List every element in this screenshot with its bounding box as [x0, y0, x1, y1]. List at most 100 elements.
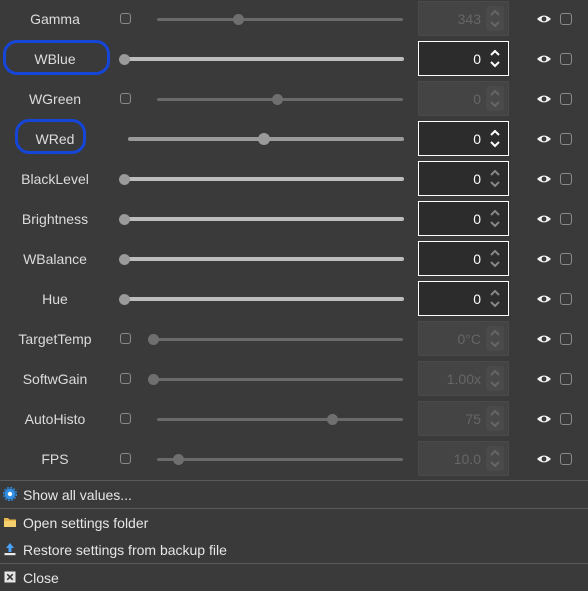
wbalance-slider-track[interactable]: [123, 257, 404, 261]
eye-icon[interactable]: [536, 173, 552, 185]
spin-chevrons-icon: [490, 169, 500, 188]
brightness-slider-track[interactable]: [123, 217, 404, 221]
autohisto-auto-checkbox[interactable]: [120, 413, 131, 424]
targettemp-spinbox[interactable]: 0°C: [418, 321, 509, 356]
wred-spin-arrows[interactable]: [486, 126, 504, 151]
fps-spinbox[interactable]: 10.0: [418, 441, 509, 476]
spin-chevrons-icon: [490, 9, 500, 28]
eye-icon[interactable]: [536, 333, 552, 345]
menu-item-restore-settings[interactable]: Restore settings from backup file: [0, 536, 588, 563]
eye-icon[interactable]: [536, 453, 552, 465]
setting-row-targettemp: TargetTemp 0°C: [0, 320, 588, 360]
setting-label-targettemp: TargetTemp: [18, 331, 92, 347]
autohisto-slider-handle[interactable]: [327, 414, 338, 425]
menu-item-close[interactable]: Close: [0, 564, 588, 591]
softwgain-slider-track[interactable]: [152, 378, 403, 381]
eye-icon[interactable]: [536, 13, 552, 25]
fps-visibility-checkbox[interactable]: [560, 453, 572, 465]
eye-icon[interactable]: [536, 133, 552, 145]
wbalance-slider-handle[interactable]: [119, 254, 130, 265]
wbalance-spinbox[interactable]: 0: [418, 241, 509, 276]
setting-label-wred: WRed: [35, 131, 75, 147]
wbalance-visibility-checkbox[interactable]: [560, 253, 572, 265]
eye-icon[interactable]: [536, 213, 552, 225]
blacklevel-slider-handle[interactable]: [119, 174, 130, 185]
fps-slider-handle[interactable]: [173, 454, 184, 465]
setting-row-softwgain: SoftwGain 1.00x: [0, 360, 588, 400]
autohisto-spin-arrows[interactable]: [486, 406, 504, 431]
hue-slider-track[interactable]: [123, 297, 404, 301]
wblue-slider-track[interactable]: [123, 57, 404, 61]
blacklevel-spin-arrows[interactable]: [486, 166, 504, 191]
blacklevel-spinbox[interactable]: 0: [418, 161, 509, 196]
setting-label-wblue: WBlue: [34, 51, 76, 67]
softwgain-spin-arrows[interactable]: [486, 366, 504, 391]
wred-spinbox[interactable]: 0: [418, 121, 509, 156]
targettemp-slider-track[interactable]: [152, 338, 403, 341]
eye-icon[interactable]: [536, 93, 552, 105]
setting-row-gamma: Gamma 343: [0, 0, 588, 40]
eye-icon[interactable]: [536, 293, 552, 305]
setting-label-brightness: Brightness: [21, 211, 89, 227]
wred-slider-handle[interactable]: [258, 133, 270, 145]
gamma-slider-track[interactable]: [157, 18, 403, 21]
wgreen-spin-arrows[interactable]: [486, 86, 504, 111]
gamma-spin-arrows[interactable]: [486, 6, 504, 31]
hue-visibility-checkbox[interactable]: [560, 293, 572, 305]
setting-label-gamma: Gamma: [30, 11, 80, 27]
gamma-value: 343: [457, 11, 481, 27]
hue-spinbox[interactable]: 0: [418, 281, 509, 316]
spin-chevrons-icon: [490, 129, 500, 148]
wbalance-value: 0: [473, 251, 481, 267]
wgreen-visibility-checkbox[interactable]: [560, 93, 572, 105]
setting-label-hue: Hue: [42, 291, 68, 307]
softwgain-slider-handle[interactable]: [148, 374, 159, 385]
wblue-spin-arrows[interactable]: [486, 46, 504, 71]
eye-icon[interactable]: [536, 373, 552, 385]
wblue-spinbox[interactable]: 0: [418, 41, 509, 76]
eye-icon[interactable]: [536, 413, 552, 425]
brightness-spinbox[interactable]: 0: [418, 201, 509, 236]
fps-slider-track[interactable]: [157, 458, 403, 461]
wgreen-slider-handle[interactable]: [272, 94, 283, 105]
targettemp-visibility-checkbox[interactable]: [560, 333, 572, 345]
gamma-slider-handle[interactable]: [233, 14, 244, 25]
gamma-spinbox[interactable]: 343: [418, 1, 509, 36]
setting-row-wblue: WBlue 0: [0, 40, 588, 80]
hue-spin-arrows[interactable]: [486, 286, 504, 311]
setting-row-brightness: Brightness 0: [0, 200, 588, 240]
menu-label-close: Close: [23, 570, 59, 586]
fps-auto-checkbox[interactable]: [120, 453, 131, 464]
gamma-auto-checkbox[interactable]: [120, 13, 131, 24]
wbalance-spin-arrows[interactable]: [486, 246, 504, 271]
wblue-slider-handle[interactable]: [119, 54, 130, 65]
brightness-visibility-checkbox[interactable]: [560, 213, 572, 225]
autohisto-slider-track[interactable]: [157, 418, 403, 421]
menu-item-show-all-values[interactable]: Show all values...: [0, 481, 588, 508]
brightness-spin-arrows[interactable]: [486, 206, 504, 231]
autohisto-spinbox[interactable]: 75: [418, 401, 509, 436]
targettemp-spin-arrows[interactable]: [486, 326, 504, 351]
fps-spin-arrows[interactable]: [486, 446, 504, 471]
blacklevel-slider-track[interactable]: [123, 177, 404, 181]
softwgain-auto-checkbox[interactable]: [120, 373, 131, 384]
softwgain-spinbox[interactable]: 1.00x: [418, 361, 509, 396]
fps-value: 10.0: [453, 451, 481, 467]
wgreen-spinbox[interactable]: 0: [418, 81, 509, 116]
brightness-slider-handle[interactable]: [119, 214, 130, 225]
wblue-visibility-checkbox[interactable]: [560, 53, 572, 65]
targettemp-slider-handle[interactable]: [148, 334, 159, 345]
eye-icon[interactable]: [536, 253, 552, 265]
targettemp-auto-checkbox[interactable]: [120, 333, 131, 344]
softwgain-visibility-checkbox[interactable]: [560, 373, 572, 385]
hue-slider-handle[interactable]: [119, 294, 130, 305]
autohisto-visibility-checkbox[interactable]: [560, 413, 572, 425]
eye-icon[interactable]: [536, 53, 552, 65]
setting-row-wbalance: WBalance 0: [0, 240, 588, 280]
wgreen-auto-checkbox[interactable]: [120, 93, 131, 104]
gamma-visibility-checkbox[interactable]: [560, 13, 572, 25]
gear-icon: [3, 487, 17, 501]
menu-item-open-settings-folder[interactable]: Open settings folder: [0, 509, 588, 536]
wred-visibility-checkbox[interactable]: [560, 133, 572, 145]
blacklevel-visibility-checkbox[interactable]: [560, 173, 572, 185]
